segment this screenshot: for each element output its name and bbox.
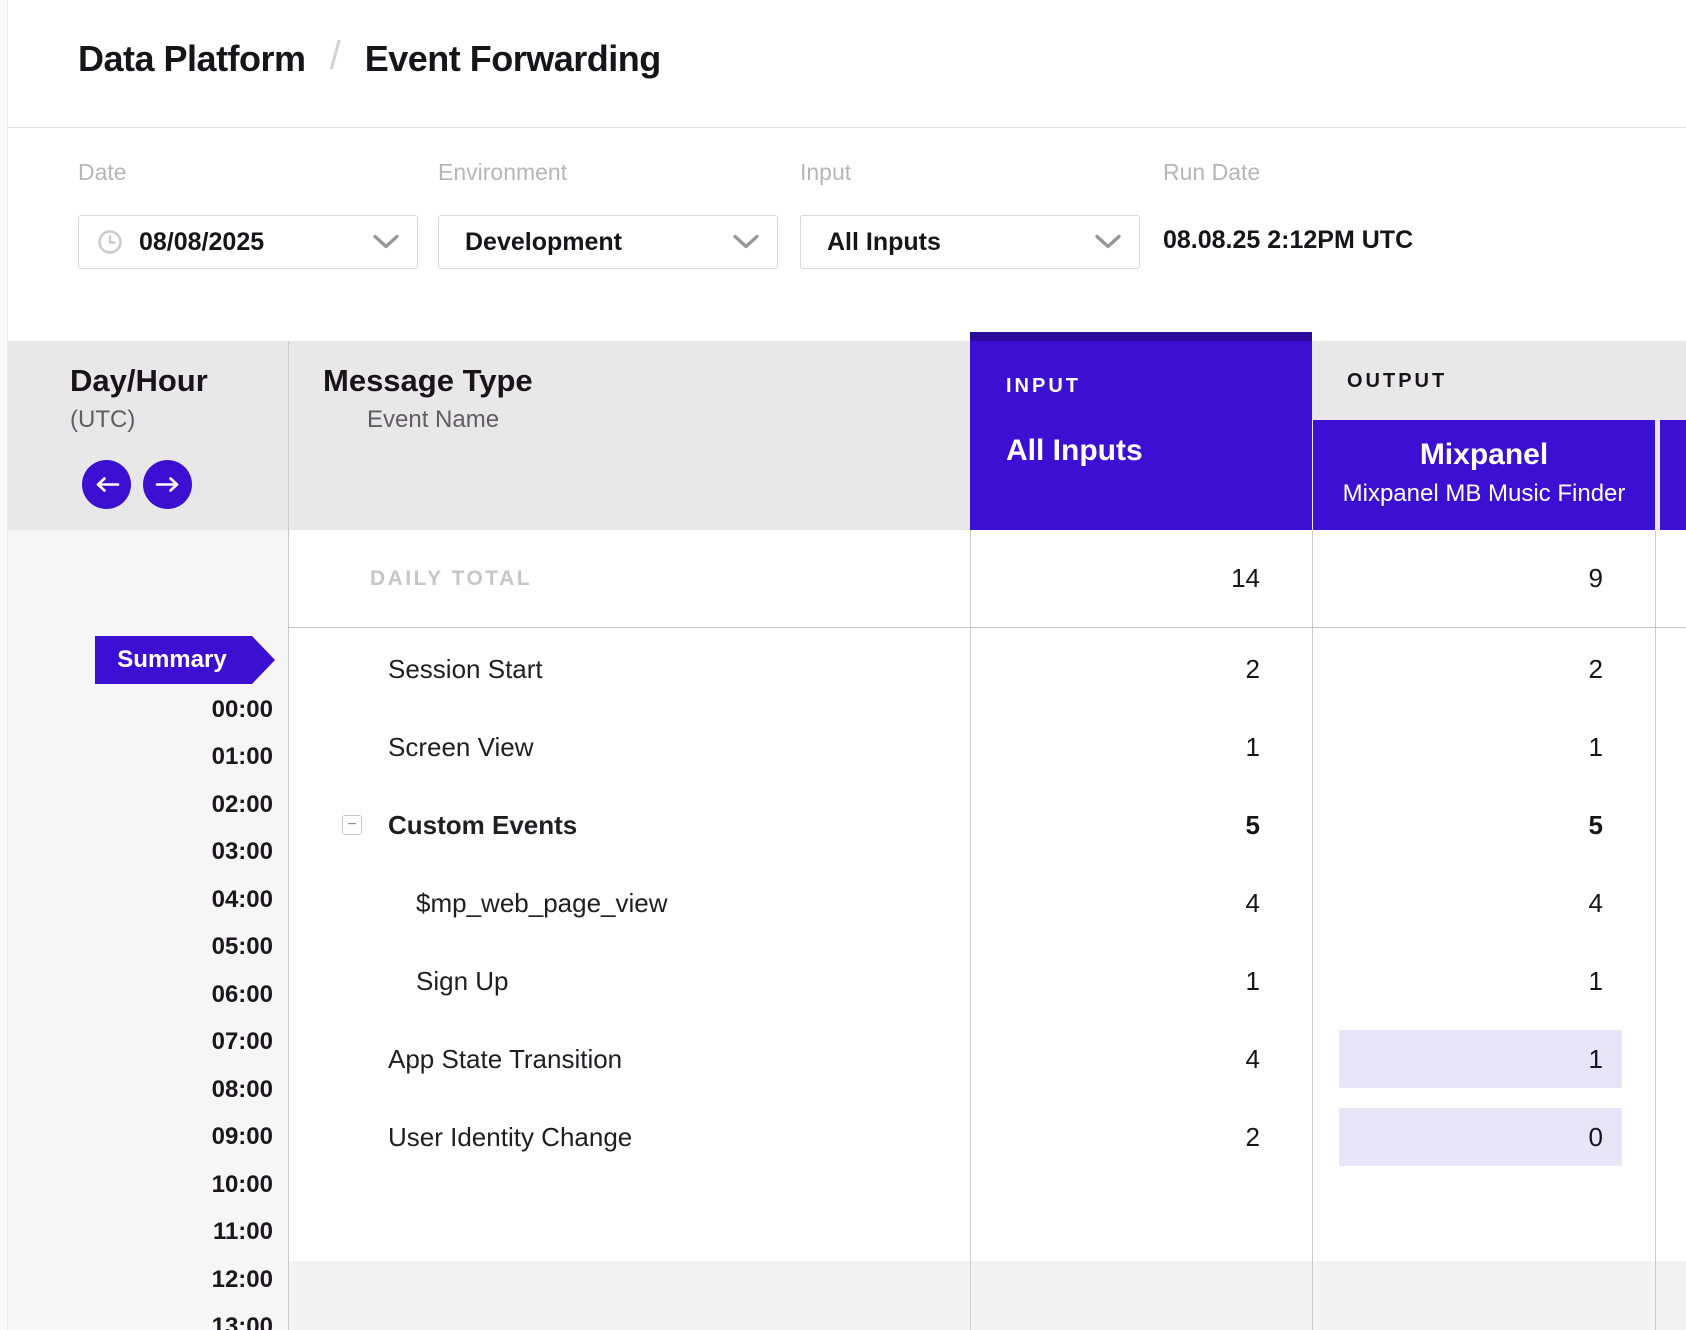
hour-item[interactable]: 11:00 <box>0 1209 273 1257</box>
run-date-label: Run Date <box>1163 159 1260 186</box>
environment-value: Development <box>465 228 622 257</box>
event-row: − Custom Events 55 <box>288 786 1686 864</box>
hour-item[interactable]: 00:00 <box>0 686 273 734</box>
event-row-label: Session Start <box>388 630 543 708</box>
grid-bottom-band <box>289 1261 1686 1330</box>
input-count-cell[interactable]: 1 <box>970 942 1312 1020</box>
hour-item[interactable]: 08:00 <box>0 1066 273 1114</box>
hour-item[interactable]: 13:00 <box>0 1304 273 1330</box>
event-row: App State Transition 41 <box>288 1020 1686 1098</box>
event-row-label: $mp_web_page_view <box>416 864 668 942</box>
hour-item[interactable]: 04:00 <box>0 876 273 924</box>
mixpanel-output-name: Mixpanel <box>1313 438 1655 472</box>
chevron-down-icon <box>373 235 399 250</box>
daily-total-row: DAILY TOTAL 14 9 <box>288 530 1686 627</box>
summary-tag[interactable]: Summary <box>95 636 275 684</box>
output-count-cell[interactable]: 5 <box>1313 786 1655 864</box>
event-row: Screen View 11 <box>288 708 1686 786</box>
output-count-cell[interactable]: 0 <box>1313 1098 1655 1176</box>
input-count-cell[interactable]: 4 <box>970 1020 1312 1098</box>
chevron-down-icon <box>1095 235 1121 250</box>
output-column-right-divider <box>1655 530 1656 1330</box>
event-row-label: Custom Events <box>388 786 577 864</box>
input-column-left-divider <box>970 530 971 1330</box>
output-count-cell[interactable]: 1 <box>1313 942 1655 1020</box>
input-value: All Inputs <box>827 228 941 257</box>
message-type-header: Message Type <box>323 363 533 399</box>
previous-day-button[interactable] <box>82 460 131 509</box>
next-day-button[interactable] <box>143 460 192 509</box>
filter-bar: Date 08/08/2025 Environment Development … <box>8 129 1686 341</box>
date-value: 08/08/2025 <box>139 228 264 257</box>
next-output-column-partial <box>1660 420 1686 530</box>
output-count-cell[interactable]: 4 <box>1313 864 1655 942</box>
highlighted-count-cell[interactable]: 0 <box>1339 1108 1622 1166</box>
mixpanel-column-header[interactable]: Mixpanel Mixpanel MB Music Finder <box>1313 420 1655 530</box>
run-date-value: 08.08.25 2:12PM UTC <box>1163 226 1413 255</box>
clock-icon <box>97 229 123 255</box>
input-count-cell[interactable]: 5 <box>970 786 1312 864</box>
highlighted-count-cell[interactable]: 1 <box>1339 1030 1622 1088</box>
event-row-label: App State Transition <box>388 1020 622 1098</box>
daily-total-input-value[interactable]: 14 <box>970 530 1312 627</box>
input-dropdown[interactable]: All Inputs <box>800 215 1140 269</box>
hours-rail: 00:0001:0002:0003:0004:0005:0006:0007:00… <box>0 686 273 1330</box>
output-count-cell[interactable]: 1 <box>1313 708 1655 786</box>
arrow-right-icon <box>155 476 181 493</box>
event-forwarding-screen: Data Platform / Event Forwarding Date 08… <box>0 0 1686 1330</box>
hour-item[interactable]: 09:00 <box>0 1114 273 1162</box>
event-row: $mp_web_page_view 44 <box>288 864 1686 942</box>
all-inputs-column-label: All Inputs <box>1006 434 1312 468</box>
hour-item[interactable]: 12:00 <box>0 1256 273 1304</box>
daily-total-label: DAILY TOTAL <box>370 530 532 627</box>
daily-total-divider <box>288 627 1686 628</box>
input-section-label: INPUT <box>1006 375 1312 398</box>
event-row-label: Screen View <box>388 708 534 786</box>
page-title: Event Forwarding <box>365 38 661 80</box>
output-count-cell[interactable]: 1 <box>1313 1020 1655 1098</box>
event-row: Sign Up 11 <box>288 942 1686 1020</box>
date-dropdown[interactable]: 08/08/2025 <box>78 215 418 269</box>
event-row-label: Sign Up <box>416 942 509 1020</box>
daily-total-output-value[interactable]: 9 <box>1313 530 1655 627</box>
input-count-cell[interactable]: 1 <box>970 708 1312 786</box>
environment-filter-label: Environment <box>438 159 567 186</box>
page-header: Data Platform / Event Forwarding <box>8 0 1686 128</box>
day-hour-header: Day/Hour <box>70 363 208 399</box>
event-row: Session Start 22 <box>288 630 1686 708</box>
output-count-cell[interactable]: 2 <box>1313 630 1655 708</box>
hour-item[interactable]: 02:00 <box>0 781 273 829</box>
input-count-cell[interactable]: 2 <box>970 1098 1312 1176</box>
hour-item[interactable]: 01:00 <box>0 734 273 782</box>
arrow-left-icon <box>94 476 120 493</box>
breadcrumb-section[interactable]: Data Platform <box>78 38 306 80</box>
event-row-label: User Identity Change <box>388 1098 632 1176</box>
hour-item[interactable]: 07:00 <box>0 1019 273 1067</box>
event-name-label: Event Name <box>367 406 499 434</box>
collapse-minus-icon[interactable]: − <box>342 815 362 835</box>
hour-item[interactable]: 10:00 <box>0 1161 273 1209</box>
input-count-cell[interactable]: 2 <box>970 630 1312 708</box>
input-filter-label: Input <box>800 159 851 186</box>
utc-label: (UTC) <box>70 406 135 434</box>
input-column-right-divider <box>1312 530 1313 1330</box>
output-section-label: OUTPUT <box>1347 370 1447 393</box>
input-column-header[interactable]: INPUT All Inputs <box>970 332 1312 530</box>
breadcrumb-separator: / <box>330 34 341 79</box>
hour-item[interactable]: 06:00 <box>0 971 273 1019</box>
chevron-down-icon <box>733 235 759 250</box>
left-edge-strip <box>0 0 8 1330</box>
breadcrumb: Data Platform / Event Forwarding <box>78 36 661 81</box>
date-filter-label: Date <box>78 159 127 186</box>
environment-dropdown[interactable]: Development <box>438 215 778 269</box>
hour-item[interactable]: 03:00 <box>0 829 273 877</box>
hour-item[interactable]: 05:00 <box>0 924 273 972</box>
event-row: User Identity Change 20 <box>288 1098 1686 1176</box>
mixpanel-output-subtitle: Mixpanel MB Music Finder <box>1313 480 1655 508</box>
input-count-cell[interactable]: 4 <box>970 864 1312 942</box>
day-column-divider <box>288 341 289 1330</box>
